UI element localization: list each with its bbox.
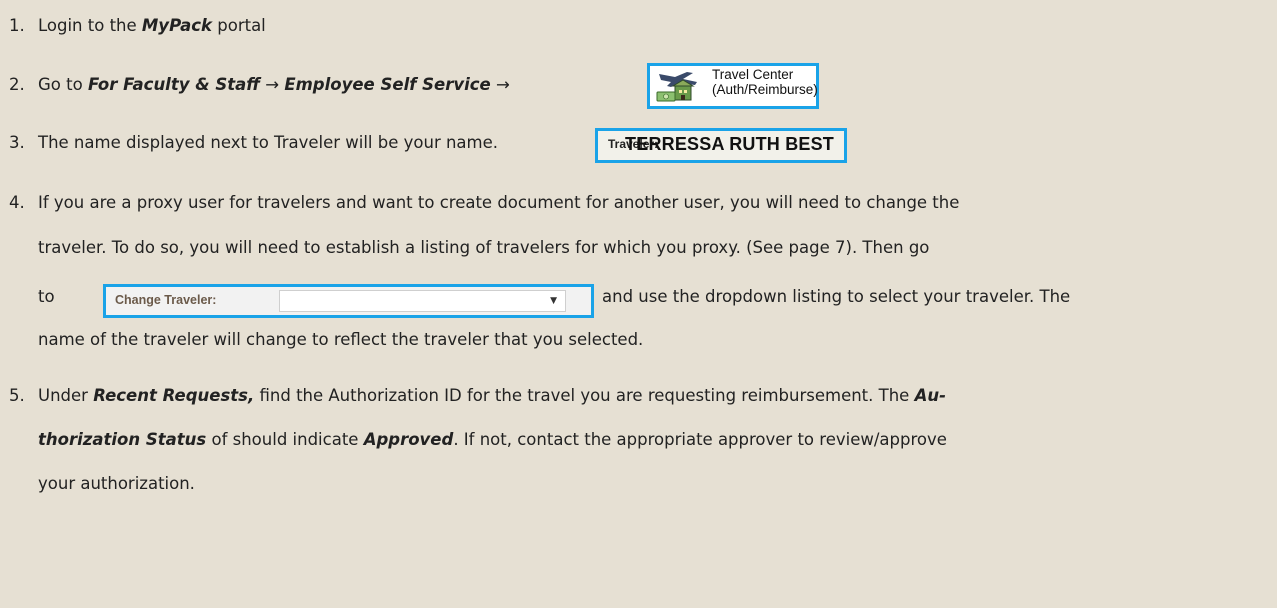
step-text: Under [38,386,94,405]
step-4-line-4: name of the traveler will change to refl… [38,330,643,350]
step-number: 2. [9,75,25,94]
step-number: 5. [9,386,25,405]
arrow-glyph: → [490,75,510,94]
step-4-line-3b: and use the dropdown listing to select y… [602,287,1070,307]
step-2: 2. Go to For Faculty & Staff → Employee S… [9,75,510,95]
step-4-line-3a: to [38,287,55,307]
step-number: 4. [9,193,25,212]
step-text: . If not, contact the appropriate approv… [453,430,947,449]
step-5-line-2: thorization Status of should indicate Ap… [38,430,947,450]
step-text: your authorization. [38,474,195,493]
approved-term: Approved [363,430,454,449]
step-5-line-1: 5. Under Recent Requests, find the Author… [9,386,946,406]
change-traveler-label: Change Traveler: [115,293,217,307]
travel-center-label: Travel Center (Auth/Reimburse) [712,67,818,97]
step-text: Go to [38,75,88,94]
step-text: find the Authorization ID for the travel… [254,386,915,405]
change-traveler-dropdown[interactable]: ▼ [279,290,566,312]
authorization-status-term-start: Au- [914,386,946,405]
step-number: 3. [9,133,25,152]
step-text: If you are a proxy user for travelers an… [38,193,960,212]
instructions-document: 1. Login to the MyPack portal 2. Go to For… [0,0,1277,608]
step-text: portal [212,16,266,35]
change-traveler-control: Change Traveler: ▼ [103,284,594,318]
step-5-line-3: your authorization. [38,474,195,494]
authorization-status-term-end: thorization Status [38,430,207,449]
travel-center-line1: Travel Center [712,67,794,82]
travel-center-button[interactable]: Travel Center (Auth/Reimburse) [647,63,819,109]
airplane-building-icon [656,72,697,102]
step-number: 1. [9,16,25,35]
travel-center-line2: (Auth/Reimburse) [712,82,818,97]
step-text: The name displayed next to Traveler will… [38,133,499,152]
step-text: of should indicate [206,430,364,449]
step-3: 3. The name displayed next to Traveler wi… [9,133,498,153]
arrow-glyph: → [260,75,285,94]
faculty-staff-term: For Faculty & Staff [87,75,261,94]
recent-requests-term: Recent Requests, [93,386,255,405]
step-text: name of the traveler will change to refl… [38,330,644,349]
step-text: to [38,287,55,306]
step-text: traveler. To do so, you will need to est… [38,238,930,257]
step-4-line-2: traveler. To do so, you will need to est… [38,238,929,258]
step-1: 1. Login to the MyPack portal [9,16,266,36]
traveler-name: TERRESSA RUTH BEST [625,134,834,154]
step-4-line-1: 4. If you are a proxy user for travelers … [9,193,959,213]
dropdown-caret-icon[interactable]: ▼ [550,296,557,306]
step-text: Login to the [38,16,142,35]
traveler-field: Traveler: TERRESSA RUTH BEST [595,128,847,163]
step-text: and use the dropdown listing to select y… [602,287,1071,306]
employee-self-service-term: Employee Self Service [284,75,491,94]
mypack-term: MyPack [141,16,212,35]
